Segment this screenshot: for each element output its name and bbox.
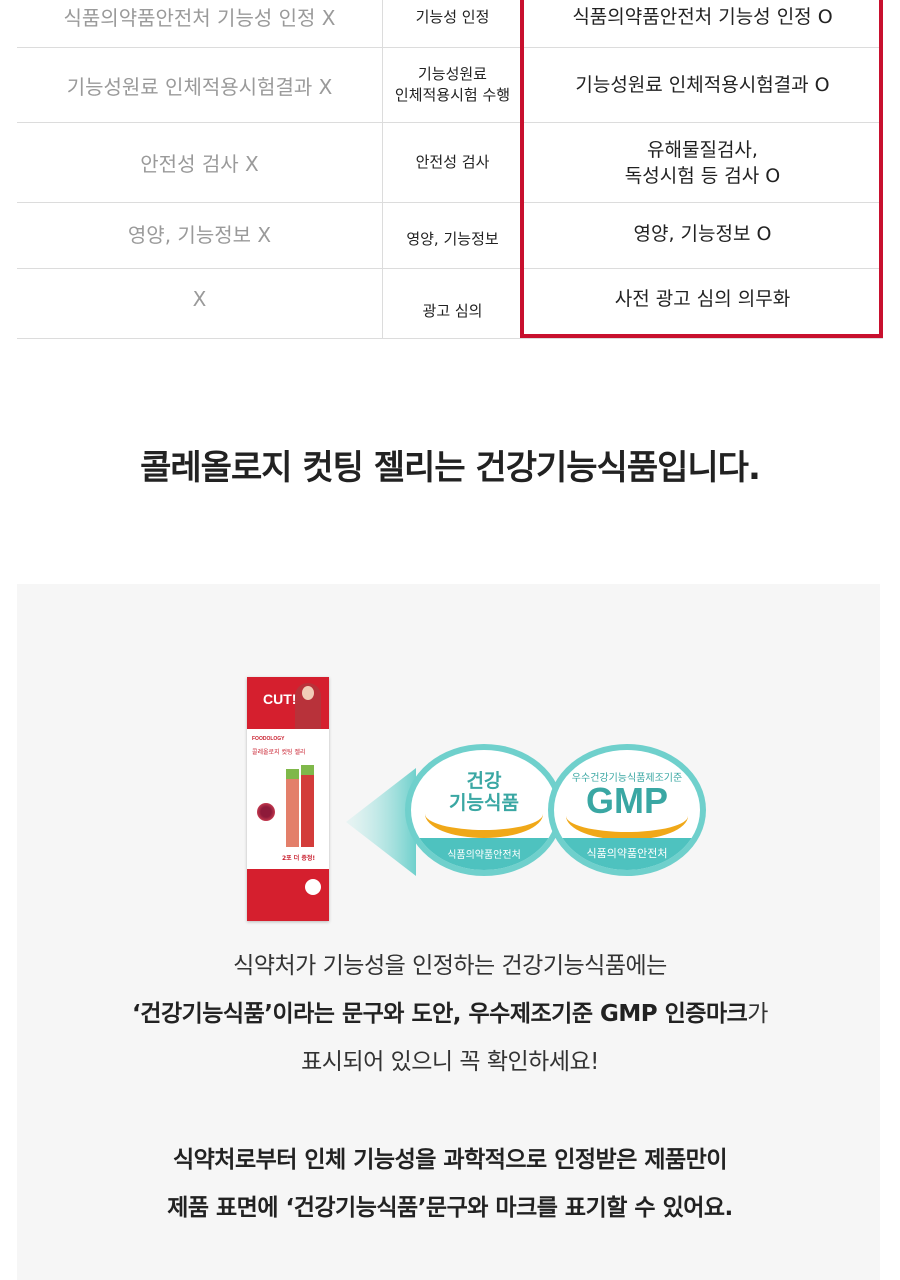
- health-food-cell: 식품의약품안전처 기능성 인정 O: [572, 5, 833, 28]
- package-brand: FOODOLOGY: [252, 736, 285, 742]
- general-food-cell: 식품의약품안전처 기능성 인정 X: [63, 6, 336, 30]
- certification-panel: [17, 584, 880, 1280]
- criteria-cell: 영양, 기능정보: [382, 203, 522, 268]
- table-row: X 광고 심의 사전 광고 심의 의무화: [17, 269, 883, 339]
- criteria-line: 인체적용시험 수행: [394, 86, 511, 104]
- package-cut-label: CUT!: [263, 691, 297, 707]
- badge-footer: 식품의약품안전처: [411, 838, 557, 870]
- description-emphasis-line: 식약처로부터 인체 기능성을 과학적으로 인정받은 제품만이: [172, 1147, 728, 1173]
- badge-arc: [425, 790, 543, 838]
- general-food-cell: 기능성원료 인체적용시험결과 X: [66, 74, 333, 99]
- description-line: 식약처가 기능성을 인정하는 건강기능식품에는: [233, 953, 667, 979]
- health-functional-food-badge: 건강 기능식품 식품의약품안전처: [405, 744, 563, 876]
- criteria-cell: 기능성 인정: [382, 0, 522, 47]
- package-bottom-band: [247, 869, 329, 921]
- table-row: 식품의약품안전처 기능성 인정 X 기능성 인정 식품의약품안전처 기능성 인정…: [17, 0, 883, 48]
- package-bonus-text: 2포 더 증정!: [282, 855, 316, 862]
- package-product-name: 콜레올로지 컷팅 젤리: [252, 749, 306, 756]
- model-photo: [295, 683, 321, 729]
- table-row: 안전성 검사 X 안전성 검사 유해물질검사, 독성시험 등 검사 O: [17, 123, 883, 203]
- headline: 콜레올로지 컷팅 젤리는 건강기능식품입니다.: [140, 448, 761, 488]
- badge-footer-text: 식품의약품안전처: [447, 850, 521, 861]
- package-seal: [305, 879, 321, 895]
- description-emphasis-line: 제품 표면에 ‘건강기능식품’문구와 마크를 표기할 수 있어요.: [167, 1195, 733, 1221]
- badge-inner: 건강 기능식품 식품의약품안전처: [411, 750, 557, 870]
- table-row: 기능성원료 인체적용시험결과 X 기능성원료 인체적용시험 수행 기능성원료 인…: [17, 48, 883, 123]
- general-food-cell: X: [192, 286, 207, 311]
- description-line: 표시되어 있으니 꼭 확인하세요!: [301, 1049, 599, 1075]
- table-row: 영양, 기능정보 X 영양, 기능정보 영양, 기능정보 O: [17, 203, 883, 269]
- health-food-line: 독성시험 등 검사 O: [624, 164, 781, 187]
- description-emphasis: ‘건강기능식품’이라는 문구와 도안, 우수제조기준 GMP 인증마크: [132, 1001, 748, 1027]
- criteria-cell: 광고 심의: [382, 269, 522, 338]
- health-food-cell: 기능성원료 인체적용시험결과 O: [575, 74, 830, 96]
- description-tail: 가: [747, 1001, 768, 1027]
- package-fruit-graphic: [257, 803, 275, 821]
- health-food-cell: 영양, 기능정보 O: [633, 222, 772, 245]
- description-line: ‘건강기능식품’이라는 문구와 도안, 우수제조기준 GMP 인증마크가: [0, 994, 900, 1028]
- health-food-cell: 사전 광고 심의 의무화: [614, 287, 791, 310]
- badge-footer: 식품의약품안전처: [554, 838, 700, 870]
- badge-footer-text: 식품의약품안전처: [586, 847, 668, 860]
- jelly-stick: [286, 769, 299, 847]
- criteria-cell: 안전성 검사: [382, 123, 522, 202]
- criteria-line: 기능성원료: [417, 65, 487, 83]
- product-package-image: CUT! FOODOLOGY 콜레올로지 컷팅 젤리 2포 더 증정!: [247, 677, 329, 921]
- criteria-cell: 기능성원료 인체적용시험 수행: [382, 48, 522, 122]
- health-food-line: 유해물질검사,: [647, 138, 758, 161]
- health-food-cell: 유해물질검사, 독성시험 등 검사 O: [522, 123, 883, 202]
- comparison-table: 식품의약품안전처 기능성 인정 X 기능성 인정 식품의약품안전처 기능성 인정…: [17, 0, 883, 340]
- gmp-badge: 우수건강기능식품제조기준 GMP 식품의약품안전처: [548, 744, 706, 876]
- general-food-cell: 안전성 검사 X: [140, 152, 259, 176]
- badge-title-line: 건강: [466, 770, 502, 792]
- badge-inner: 우수건강기능식품제조기준 GMP 식품의약품안전처: [554, 750, 700, 870]
- jelly-stick: [301, 765, 314, 847]
- badge-arc: [566, 792, 688, 840]
- general-food-cell: 영양, 기능정보 X: [127, 223, 272, 247]
